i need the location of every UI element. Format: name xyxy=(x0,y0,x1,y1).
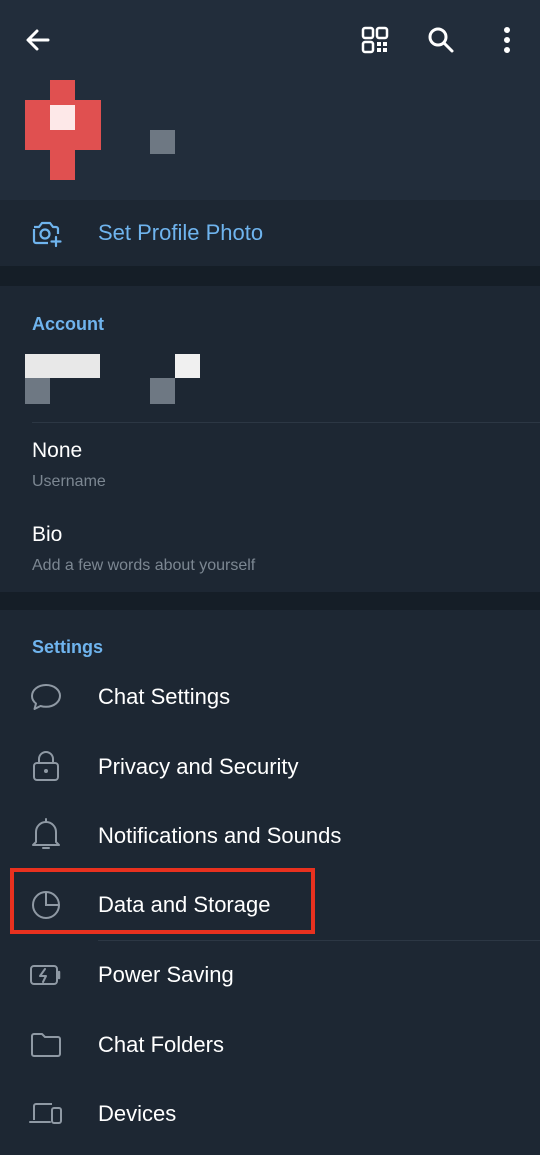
settings-item-devices[interactable]: Devices xyxy=(0,1079,540,1149)
avatar[interactable] xyxy=(25,80,101,180)
battery-icon xyxy=(30,965,61,985)
set-profile-photo-label: Set Profile Photo xyxy=(98,220,264,245)
settings-item-power-saving[interactable]: Power Saving xyxy=(0,940,540,1010)
lock-icon xyxy=(33,751,59,781)
bio-label: Bio xyxy=(32,523,63,546)
search-button[interactable] xyxy=(417,16,465,64)
settings-item-chat-folders[interactable]: Chat Folders xyxy=(0,1010,540,1080)
settings-item-label: Chat Settings xyxy=(98,684,231,709)
settings-item-label: Privacy and Security xyxy=(98,754,299,779)
settings-item-label: Notifications and Sounds xyxy=(98,823,342,848)
settings-item-label: Chat Folders xyxy=(98,1032,224,1057)
username-value: None xyxy=(32,439,83,462)
profile-header xyxy=(0,0,540,200)
account-section-title: Account xyxy=(32,314,104,334)
profile-name-redacted xyxy=(150,130,175,154)
settings-section-title: Settings xyxy=(32,637,104,657)
settings-item-notifications[interactable]: Notifications and Sounds xyxy=(0,801,540,871)
arrow-left-icon xyxy=(26,29,50,51)
back-button[interactable] xyxy=(14,16,62,64)
folder-icon xyxy=(31,1033,61,1057)
username-label: Username xyxy=(32,473,106,490)
settings-item-chat-settings[interactable]: Chat Settings xyxy=(0,662,540,732)
more-vertical-icon xyxy=(504,27,510,53)
qr-code-icon xyxy=(361,26,389,54)
settings-item-label: Power Saving xyxy=(98,962,234,987)
more-options-button[interactable] xyxy=(483,16,531,64)
account-section: Account None Username Bio Add a few word… xyxy=(0,286,540,592)
devices-icon xyxy=(29,1103,62,1124)
phone-number-redacted[interactable] xyxy=(25,354,200,406)
camera-add-icon xyxy=(32,221,62,248)
settings-item-privacy[interactable]: Privacy and Security xyxy=(0,732,540,802)
qr-code-button[interactable] xyxy=(351,16,399,64)
highlight-annotation xyxy=(10,868,315,934)
search-icon xyxy=(428,27,454,53)
username-row[interactable]: None Username xyxy=(0,423,540,507)
bio-row[interactable]: Bio Add a few words about yourself xyxy=(0,507,540,592)
section-separator xyxy=(0,266,540,286)
set-profile-photo-row[interactable]: Set Profile Photo xyxy=(0,200,540,266)
bell-icon xyxy=(32,818,60,849)
section-separator xyxy=(0,592,540,610)
bio-placeholder: Add a few words about yourself xyxy=(32,557,256,574)
settings-item-label: Devices xyxy=(98,1101,177,1126)
chat-bubble-icon xyxy=(31,684,61,710)
